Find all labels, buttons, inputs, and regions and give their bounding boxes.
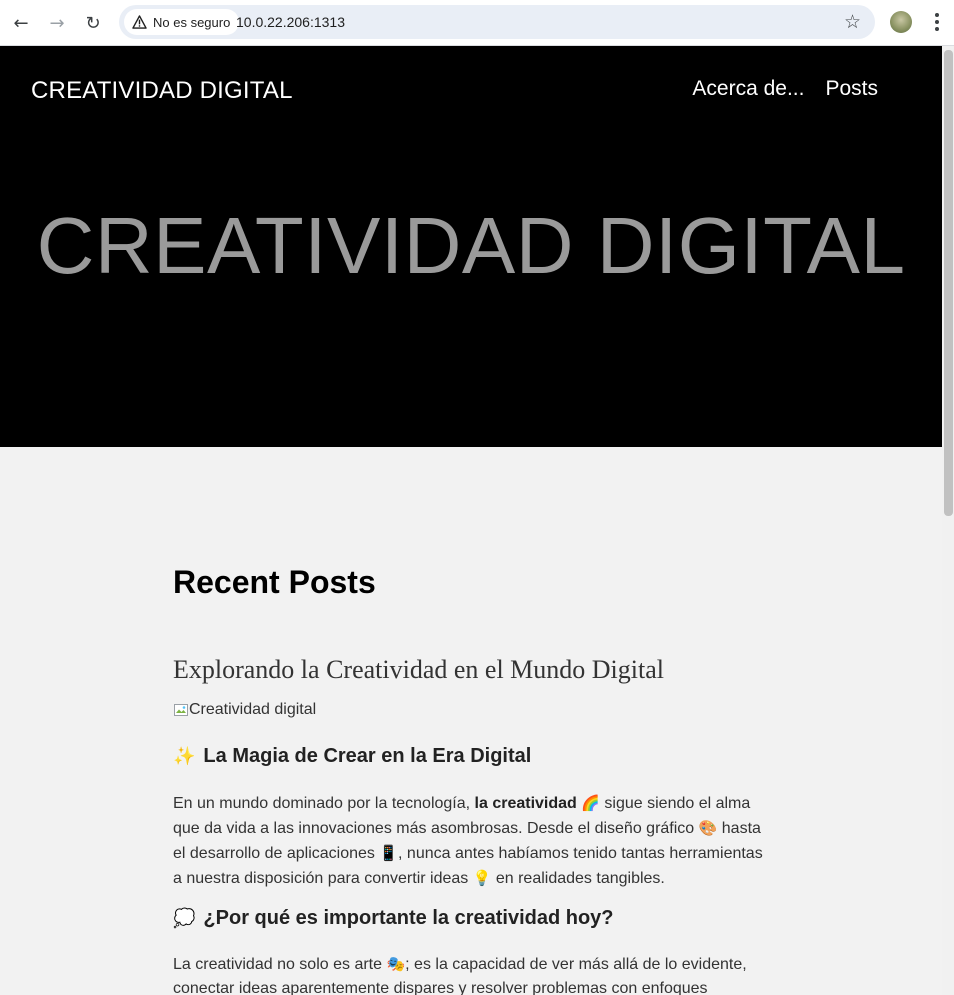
text-run: en realidades tangibles. <box>491 870 665 887</box>
kebab-menu-icon[interactable] <box>929 11 945 33</box>
warning-triangle-icon <box>132 15 147 29</box>
heading-text: ¿Por qué es importante la creatividad ho… <box>203 907 614 929</box>
reload-icon[interactable]: ↻ <box>80 10 106 36</box>
thought-bubble-icon: 💭 <box>173 908 196 929</box>
back-arrow-icon[interactable]: ← <box>8 10 34 36</box>
image-alt-text: Creatividad digital <box>189 701 317 718</box>
site-nav: Acerca de... Posts <box>692 77 878 101</box>
bookmark-star-icon[interactable]: ☆ <box>844 11 861 33</box>
post-title-link[interactable]: Explorando la Creatividad en el Mundo Di… <box>173 655 664 685</box>
nav-link-posts[interactable]: Posts <box>825 77 878 101</box>
hero-header: CREATIVIDAD DIGITAL Acerca de... Posts C… <box>0 46 942 447</box>
post-heading-magic: ✨ La Magia de Crear en la Era Digital <box>173 745 531 768</box>
url-text[interactable]: 10.0.22.206:1313 <box>236 14 345 30</box>
security-chip[interactable]: No es seguro <box>124 9 240 35</box>
post-image: Creatividad digital <box>173 701 316 719</box>
site-brand[interactable]: CREATIVIDAD DIGITAL <box>31 77 293 105</box>
broken-image-icon <box>174 704 188 716</box>
browser-toolbar: ← → ↻ No es seguro 10.0.22.206:1313 ☆ <box>0 0 954 46</box>
section-title: Recent Posts <box>173 564 376 600</box>
performing-arts-icon: 🎭 <box>386 955 406 973</box>
hero-title: CREATIVIDAD DIGITAL <box>36 201 906 290</box>
security-label: No es seguro <box>153 14 231 30</box>
bold-run: la creatividad <box>474 795 577 812</box>
page-viewport: CREATIVIDAD DIGITAL Acerca de... Posts C… <box>0 46 942 995</box>
address-bar[interactable]: No es seguro 10.0.22.206:1313 ☆ <box>119 5 875 39</box>
forward-arrow-icon[interactable]: → <box>44 10 70 36</box>
post-paragraph-2: La creatividad no solo es arte 🎭; es la … <box>173 952 773 995</box>
profile-avatar[interactable] <box>890 11 912 33</box>
palette-icon: 🎨 <box>698 819 718 837</box>
sparkles-icon: ✨ <box>173 746 196 767</box>
text-run: La creatividad no solo es arte <box>173 956 387 973</box>
light-bulb-icon: 💡 <box>472 869 492 887</box>
mobile-phone-icon: 📱 <box>379 844 399 862</box>
text-run: En un mundo dominado por la tecnología, <box>173 795 475 812</box>
scrollbar-thumb[interactable] <box>944 50 953 516</box>
nav-link-about[interactable]: Acerca de... <box>692 77 804 101</box>
heading-text: La Magia de Crear en la Era Digital <box>203 745 532 767</box>
post-heading-why: 💭 ¿Por qué es importante la creatividad … <box>173 907 614 930</box>
post-paragraph-1: En un mundo dominado por la tecnología, … <box>173 791 773 891</box>
rainbow-icon: 🌈 <box>581 794 600 812</box>
